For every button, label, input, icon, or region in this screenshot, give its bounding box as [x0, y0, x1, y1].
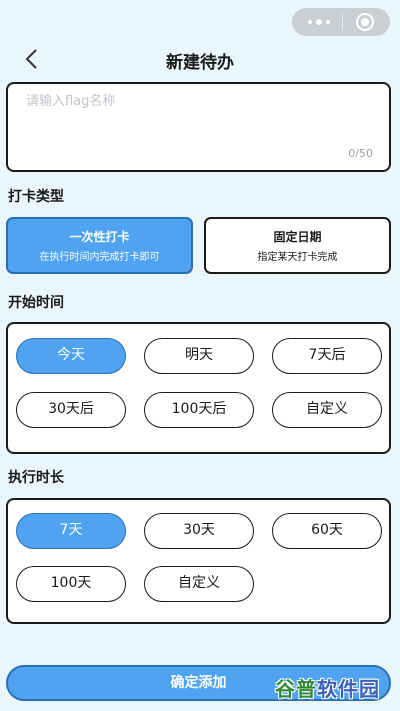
close-target-icon[interactable] — [355, 13, 374, 31]
type-option-fixed-date[interactable]: 固定日期 指定某天打卡完成 — [204, 217, 391, 274]
checkin-type-label: 打卡类型 — [8, 189, 64, 205]
watermark-part2: 软件园 — [317, 677, 380, 701]
type-option-title: 一次性打卡 — [69, 230, 130, 244]
start-option-tomorrow[interactable]: 明天 — [144, 338, 254, 374]
watermark-part1: 谷普 — [275, 677, 317, 701]
nav-header: 新建待办 — [0, 44, 400, 74]
type-option-once[interactable]: 一次性打卡 在执行时间内完成打卡即可 — [6, 217, 193, 274]
start-time-panel: 今天 明天 7天后 30天后 100天后 自定义 — [6, 322, 391, 454]
start-option-today[interactable]: 今天 — [16, 338, 126, 374]
mini-program-capsule — [292, 8, 390, 36]
flag-name-input[interactable] — [26, 94, 366, 109]
page-title: 新建待办 — [166, 53, 234, 73]
flag-name-box[interactable]: 0/50 — [6, 82, 391, 172]
more-icon[interactable] — [308, 19, 331, 25]
duration-option-7days[interactable]: 7天 — [16, 513, 126, 549]
duration-label: 执行时长 — [8, 470, 64, 486]
type-option-desc: 在执行时间内完成打卡即可 — [39, 252, 160, 263]
type-option-desc: 指定某天打卡完成 — [257, 252, 338, 263]
duration-option-100days[interactable]: 100天 — [16, 566, 126, 602]
duration-option-60days[interactable]: 60天 — [272, 513, 382, 549]
capsule-divider — [342, 14, 344, 30]
duration-option-custom[interactable]: 自定义 — [144, 566, 254, 602]
start-option-7days[interactable]: 7天后 — [272, 338, 382, 374]
start-option-100days[interactable]: 100天后 — [144, 392, 254, 428]
type-option-title: 固定日期 — [273, 230, 322, 244]
start-option-custom[interactable]: 自定义 — [272, 392, 382, 428]
duration-option-30days[interactable]: 30天 — [144, 513, 254, 549]
start-option-30days[interactable]: 30天后 — [16, 392, 126, 428]
watermark-logo: 谷普软件园 — [275, 673, 380, 702]
duration-panel: 7天 30天 60天 100天 自定义 — [6, 498, 391, 624]
char-counter: 0/50 — [348, 147, 373, 160]
start-time-label: 开始时间 — [8, 295, 64, 311]
